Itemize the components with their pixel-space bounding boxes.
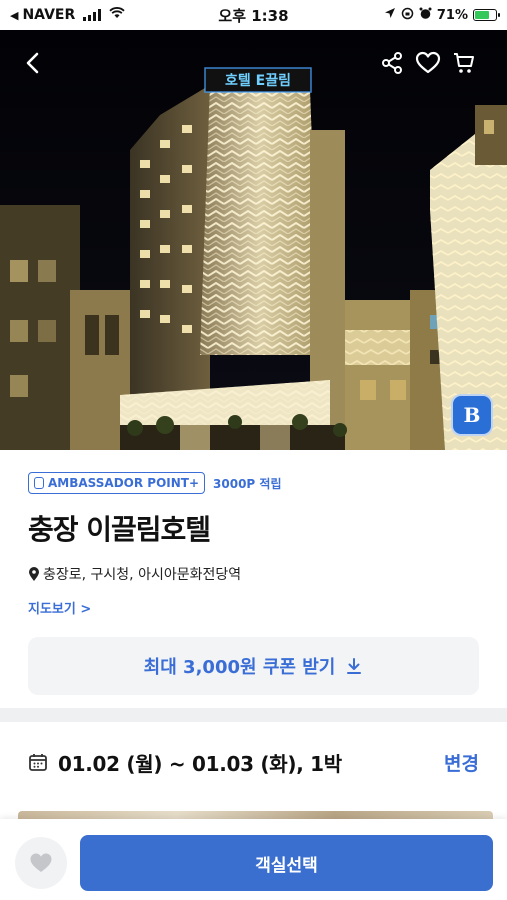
wishlist-button[interactable] <box>411 46 445 80</box>
hotel-hero-image: 호텔 E끌림 B <box>0 30 507 450</box>
status-right: 71% <box>327 7 500 24</box>
share-button[interactable] <box>375 46 409 80</box>
ambassador-point-label: AMBASSADOR POINT+ <box>48 476 200 490</box>
change-dates-button[interactable]: 변경 <box>444 749 479 776</box>
hotel-info-section: AMBASSADOR POINT+ 3000P 적립 충장 이끌림호텔 충장로,… <box>0 450 507 695</box>
favorite-button[interactable] <box>15 837 67 889</box>
alarm-icon <box>419 7 432 24</box>
coin-stack-icon <box>34 477 44 489</box>
heart-icon <box>415 51 441 74</box>
status-left: ◀ NAVER <box>10 7 180 23</box>
back-button[interactable] <box>16 46 50 80</box>
hotel-night-photo: 호텔 E끌림 <box>0 30 507 450</box>
bottom-action-bar: 객실선택 <box>0 819 507 900</box>
share-icon <box>382 52 402 74</box>
section-divider <box>0 708 507 722</box>
battery-icon <box>473 9 500 21</box>
location-pin-icon <box>29 566 39 581</box>
wifi-icon <box>109 7 125 23</box>
heart-filled-icon <box>30 853 52 872</box>
points-reward-text: 3000P 적립 <box>213 476 282 491</box>
stay-dates-text: 01.02 (월) ~ 01.03 (화), 1박 <box>58 751 342 776</box>
stay-dates-row: 01.02 (월) ~ 01.03 (화), 1박 변경 <box>28 740 479 784</box>
cart-icon <box>454 53 474 73</box>
location-arrow-icon <box>384 7 396 23</box>
location-row: 충장로, 구시청, 아시아문화전당역 <box>28 564 479 584</box>
cart-button[interactable] <box>447 46 481 80</box>
coupon-download-button[interactable]: 최대 3,000원 쿠폰 받기 <box>28 637 479 695</box>
location-text: 충장로, 구시청, 아시아문화전당역 <box>43 567 242 583</box>
coupon-label: 최대 3,000원 쿠폰 받기 <box>143 657 336 678</box>
battery-percent: 71% <box>436 7 468 23</box>
hotel-name: 충장 이끌림호텔 <box>28 513 211 546</box>
status-time: 오후 1:38 <box>218 6 289 25</box>
calendar-icon <box>29 754 47 771</box>
select-room-button[interactable]: 객실선택 <box>80 835 493 891</box>
ambassador-point-badge: AMBASSADOR POINT+ <box>28 472 206 494</box>
view-map-link[interactable]: 지도보기 > <box>28 598 91 617</box>
room-image-peek <box>18 811 493 819</box>
back-icon <box>26 52 39 74</box>
signal-icon <box>83 9 102 21</box>
brand-logo-badge[interactable]: B <box>451 394 493 436</box>
lock-rotation-icon <box>401 7 414 24</box>
status-bar: ◀ NAVER 오후 1:38 71% <box>0 0 507 30</box>
back-triangle-icon[interactable]: ◀ <box>10 9 18 22</box>
download-icon <box>347 658 362 674</box>
hero-nav <box>0 46 507 80</box>
points-row: AMBASSADOR POINT+ 3000P 적립 <box>28 472 479 494</box>
carrier-label: NAVER <box>22 7 76 23</box>
